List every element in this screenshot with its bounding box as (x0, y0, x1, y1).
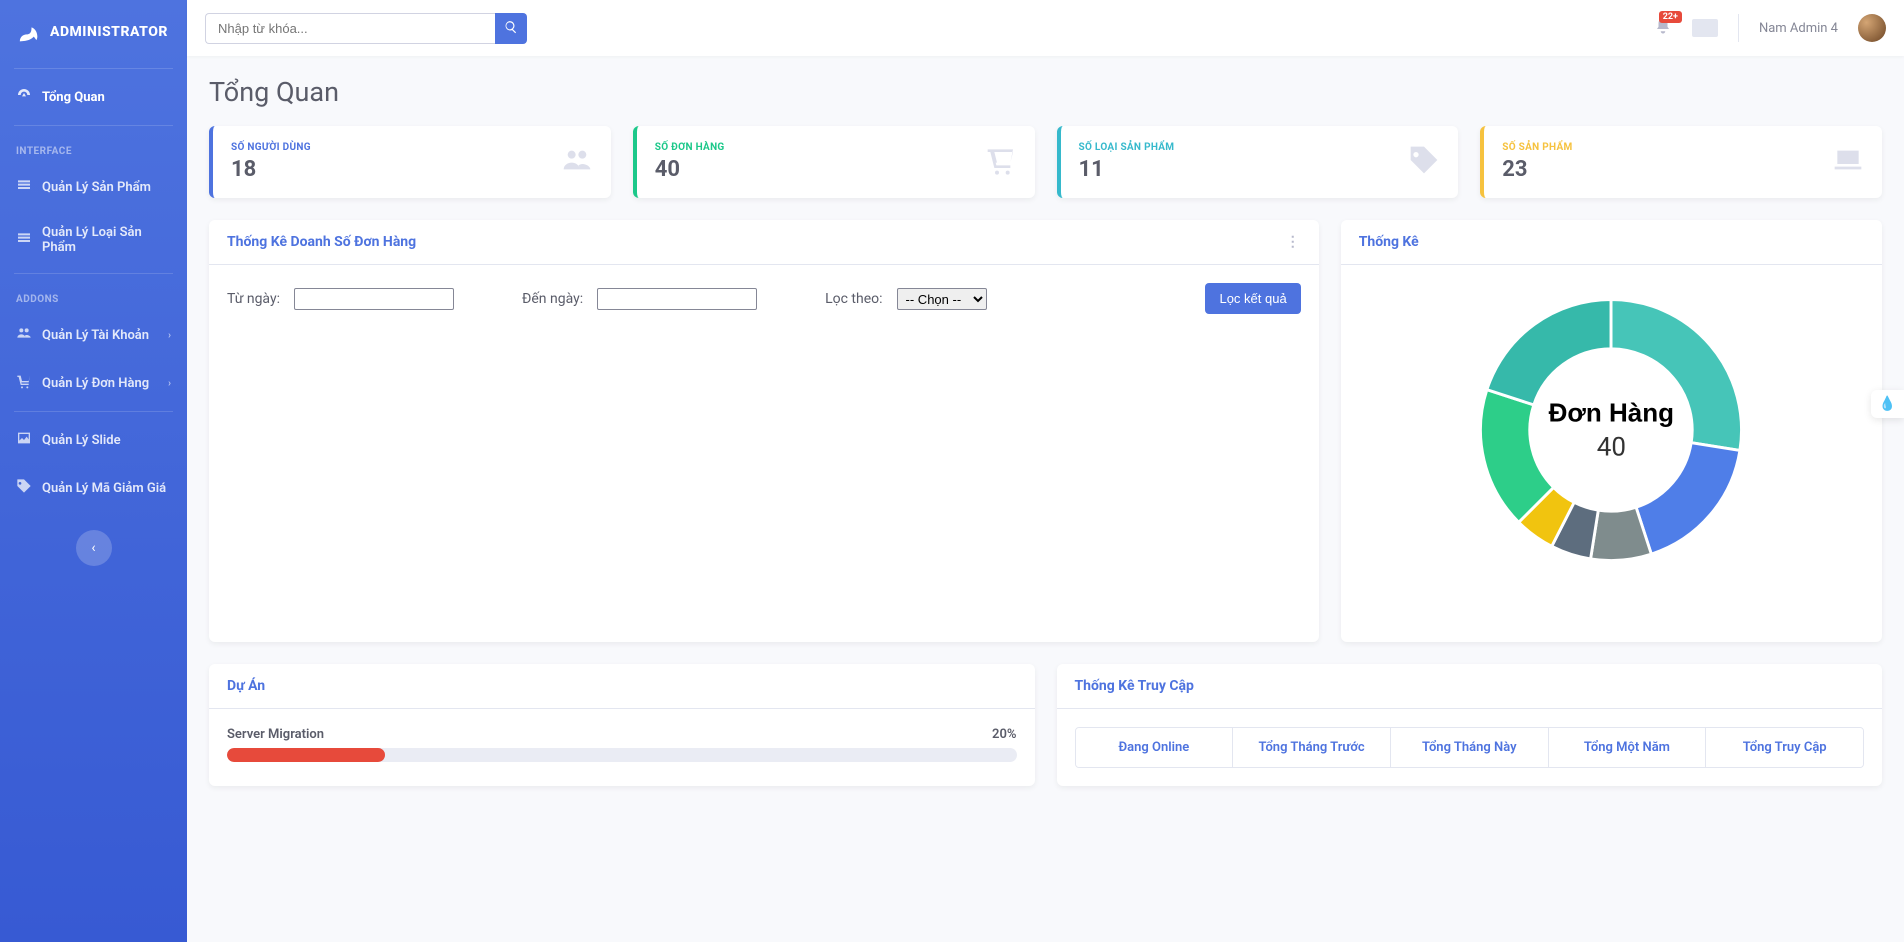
user-name[interactable]: Nam Admin 4 (1759, 21, 1838, 36)
laptop-icon (1832, 144, 1864, 180)
sidebar-item-label: Quản Lý Tài Khoản (42, 328, 149, 343)
cart-icon (16, 373, 32, 393)
traffic-panel: Thống Kê Truy Cập Đang OnlineTổng Tháng … (1057, 664, 1883, 786)
stat-label: SỐ ĐƠN HÀNG (655, 142, 725, 153)
sales-chart-area (227, 314, 1301, 624)
stat-card[interactable]: SỐ NGƯỜI DÙNG 18 (209, 126, 611, 198)
stat-label: SỐ SẢN PHẨM (1502, 142, 1572, 153)
panel-menu-button[interactable]: ⋮ (1286, 234, 1301, 250)
traffic-tab[interactable]: Tổng Truy Cập (1706, 728, 1863, 767)
sales-panel: Thống Kê Doanh Số Đơn Hàng ⋮ Từ ngày: Đế… (209, 220, 1319, 642)
filter-select[interactable]: -- Chọn -- (897, 288, 987, 310)
brand-text: ADMINISTRATOR (50, 24, 168, 40)
to-date-input[interactable] (597, 288, 757, 310)
panel-title: Thống Kê Doanh Số Đơn Hàng (227, 234, 416, 250)
sidebar-item-label: Quản Lý Slide (42, 433, 121, 448)
list-icon (16, 177, 32, 197)
search-form (205, 13, 527, 44)
filter-submit-button[interactable]: Lọc kết quả (1205, 283, 1300, 314)
to-date-label: Đến ngày: (522, 291, 583, 307)
divider (14, 273, 173, 274)
list-icon (16, 230, 32, 250)
notifications-button[interactable]: 22+ (1654, 17, 1672, 39)
tag-icon (1408, 144, 1440, 180)
users-icon (16, 325, 32, 345)
chevron-right-icon: › (168, 330, 171, 341)
chevron-left-icon: ‹ (91, 540, 95, 556)
donut-center-value: 40 (1549, 433, 1674, 463)
sidebar-item-label: Quản Lý Đơn Hàng (42, 376, 149, 391)
divider (14, 411, 173, 412)
traffic-tab[interactable]: Đang Online (1076, 728, 1234, 767)
sidebar: ADMINISTRATOR Tổng Quan INTERFACE Quản L… (0, 0, 187, 942)
brand[interactable]: ADMINISTRATOR (0, 0, 187, 64)
project-pct: 20% (992, 727, 1016, 742)
avatar[interactable] (1858, 14, 1886, 42)
progress-bar (227, 748, 1017, 762)
sidebar-item-products[interactable]: Quản Lý Sản Phẩm (0, 163, 187, 211)
stat-card[interactable]: SỐ LOẠI SẢN PHẨM 11 (1057, 126, 1459, 198)
stat-label: SỐ NGƯỜI DÙNG (231, 142, 311, 153)
brand-logo-icon (14, 18, 42, 46)
users-icon (561, 144, 593, 180)
stat-value: 11 (1079, 157, 1175, 182)
stat-label: SỐ LOẠI SẢN PHẨM (1079, 142, 1175, 153)
sidebar-heading-addons: ADDONS (0, 278, 187, 311)
traffic-tab[interactable]: Tổng Một Năm (1549, 728, 1707, 767)
chevron-right-icon: › (168, 378, 171, 389)
traffic-tab[interactable]: Tổng Tháng Trước (1233, 728, 1391, 767)
divider (14, 68, 173, 69)
sidebar-item-orders[interactable]: Quản Lý Đơn Hàng › (0, 359, 187, 407)
search-button[interactable] (495, 13, 527, 44)
divider (1738, 14, 1739, 42)
sidebar-item-label: Quản Lý Loại Sản Phẩm (42, 225, 171, 255)
gauge-icon (16, 87, 32, 107)
tag-icon (16, 478, 32, 498)
stat-card[interactable]: SỐ SẢN PHẨM 23 (1480, 126, 1882, 198)
traffic-tab[interactable]: Tổng Tháng Này (1391, 728, 1549, 767)
sidebar-item-slides[interactable]: Quản Lý Slide (0, 416, 187, 464)
stat-value: 18 (231, 157, 311, 182)
sidebar-item-label: Quản Lý Sản Phẩm (42, 180, 151, 195)
droplet-icon: 💧 (1879, 396, 1896, 412)
cart-icon (985, 144, 1017, 180)
filter-by-label: Lọc theo: (825, 291, 882, 307)
stat-card[interactable]: SỐ ĐƠN HÀNG 40 (633, 126, 1035, 198)
stat-value: 40 (655, 157, 725, 182)
sidebar-item-product-types[interactable]: Quản Lý Loại Sản Phẩm (0, 211, 187, 269)
sidebar-item-accounts[interactable]: Quản Lý Tài Khoản › (0, 311, 187, 359)
sidebar-item-label: Tổng Quan (42, 90, 105, 105)
floating-widget[interactable]: 💧 (1871, 390, 1904, 418)
language-switch[interactable] (1692, 19, 1718, 37)
search-icon (504, 20, 518, 37)
donut-panel: Thống Kê Đơn Hàng 40 (1341, 220, 1882, 642)
donut-center-title: Đơn Hàng (1549, 398, 1674, 429)
projects-panel: Dự Án Server Migration 20% (209, 664, 1035, 786)
sidebar-item-discounts[interactable]: Quản Lý Mã Giảm Giá (0, 464, 187, 512)
bell-icon (1654, 23, 1672, 39)
panel-title: Dự Án (227, 678, 265, 694)
stat-value: 23 (1502, 157, 1572, 182)
sidebar-item-overview[interactable]: Tổng Quan (0, 73, 187, 121)
image-icon (16, 430, 32, 450)
panel-title: Thống Kê (1359, 234, 1419, 250)
notification-badge: 22+ (1659, 11, 1682, 23)
search-input[interactable] (205, 13, 495, 44)
from-date-input[interactable] (294, 288, 454, 310)
topbar: 22+ Nam Admin 4 (187, 0, 1904, 56)
from-date-label: Từ ngày: (227, 291, 280, 307)
sidebar-item-label: Quản Lý Mã Giảm Giá (42, 481, 166, 496)
panel-title: Thống Kê Truy Cập (1075, 678, 1194, 694)
sidebar-heading-interface: INTERFACE (0, 130, 187, 163)
project-name: Server Migration (227, 727, 324, 742)
divider (14, 125, 173, 126)
sidebar-collapse-button[interactable]: ‹ (76, 530, 112, 566)
page-title: Tổng Quan (209, 76, 1882, 108)
